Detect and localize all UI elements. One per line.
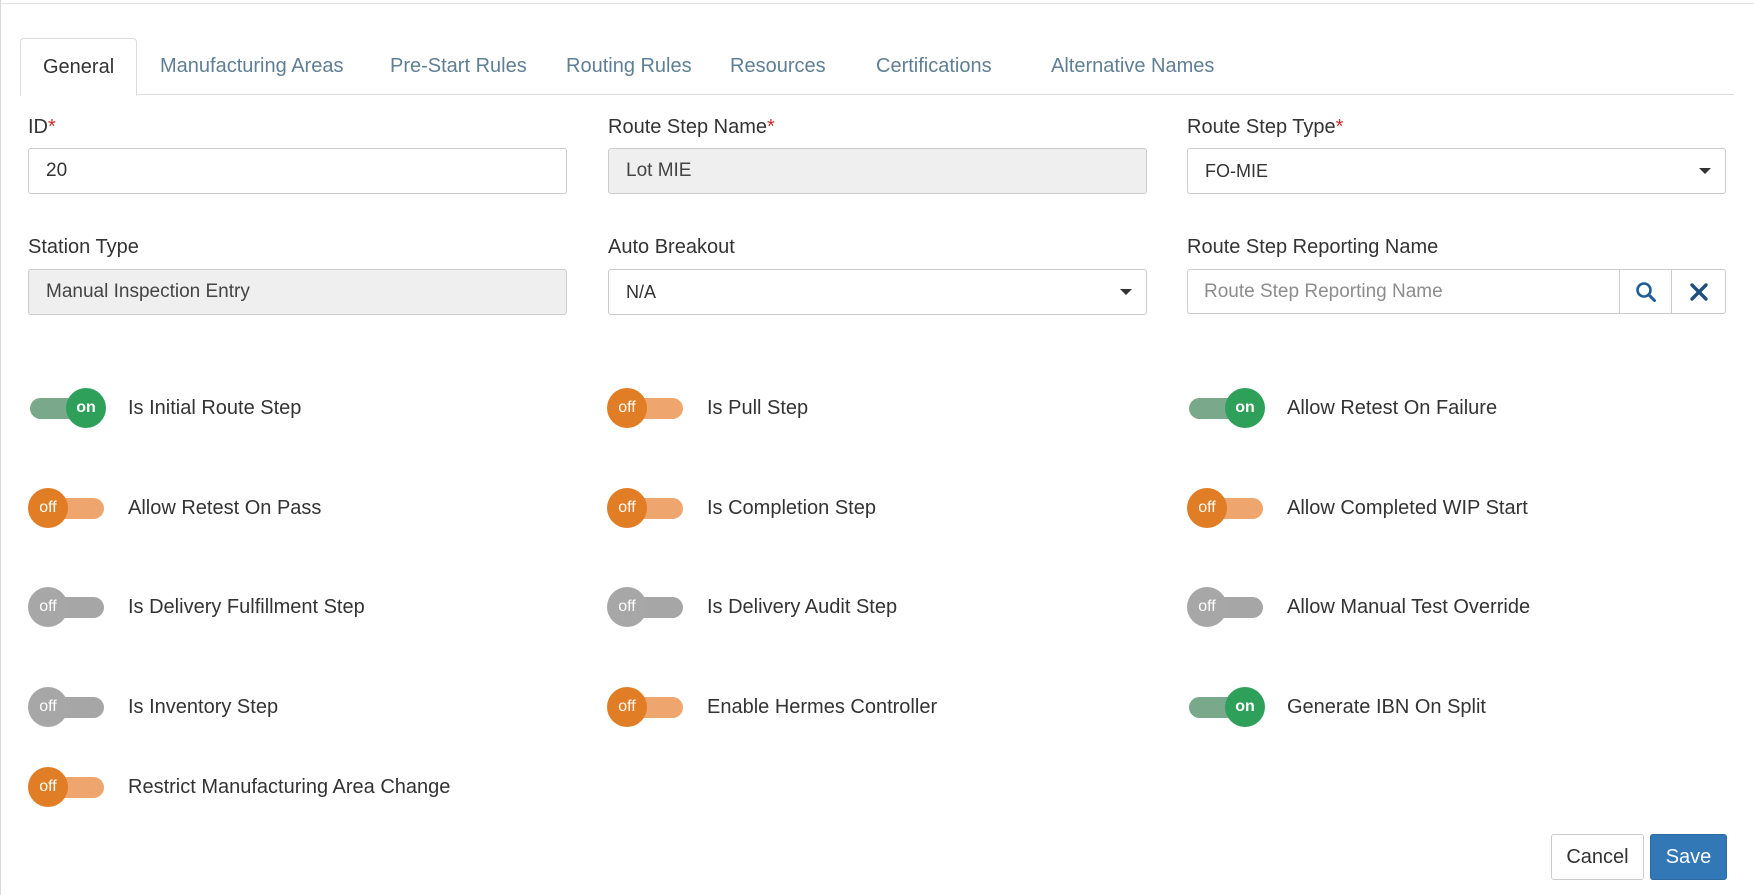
toggle-is-delivery-audit-step: off Is Delivery Audit Step	[607, 585, 897, 629]
toggle-restrict-manufacturing-area-change: off Restrict Manufacturing Area Change	[28, 765, 450, 809]
close-icon	[1689, 282, 1708, 301]
tab-resources[interactable]: Resources	[708, 38, 848, 95]
toggle-switch[interactable]: off	[607, 585, 685, 629]
top-border	[0, 0, 1754, 4]
toggle-knob: off	[28, 587, 68, 627]
toggle-enable-hermes-controller: off Enable Hermes Controller	[607, 685, 937, 729]
toggle-is-inventory-step: off Is Inventory Step	[28, 685, 278, 729]
search-icon	[1635, 281, 1656, 302]
toggle-knob: off	[607, 388, 647, 428]
toggle-allow-completed-wip-start: off Allow Completed WIP Start	[1187, 486, 1528, 530]
toggle-knob: on	[66, 388, 106, 428]
toggle-switch[interactable]: on	[28, 386, 106, 430]
toggle-switch[interactable]: off	[28, 486, 106, 530]
chevron-down-icon	[1699, 168, 1711, 174]
toggle-label: Is Completion Step	[707, 496, 876, 519]
route-step-type-label: Route Step Type*	[1187, 116, 1343, 139]
toggle-switch[interactable]: off	[607, 486, 685, 530]
clear-button[interactable]	[1671, 269, 1726, 314]
toggle-is-pull-step: off Is Pull Step	[607, 386, 808, 430]
toggle-knob: off	[607, 587, 647, 627]
toggle-knob: off	[28, 767, 68, 807]
auto-breakout-label: Auto Breakout	[608, 236, 735, 258]
toggle-label: Is Initial Route Step	[128, 396, 302, 419]
toggle-switch[interactable]: off	[1187, 486, 1265, 530]
toggle-knob: on	[1225, 687, 1265, 727]
toggle-label: Allow Retest On Failure	[1287, 396, 1498, 419]
required-mark: *	[1335, 116, 1344, 138]
toggle-switch[interactable]: off	[28, 685, 106, 729]
route-step-type-label-text: Route Step Type	[1187, 116, 1336, 138]
route-step-reporting-name-input[interactable]	[1187, 269, 1620, 314]
toggle-knob: off	[607, 488, 647, 528]
toggle-knob: off	[607, 687, 647, 727]
left-border	[0, 0, 1, 895]
toggle-is-initial-route-step: on Is Initial Route Step	[28, 386, 301, 430]
tab-pre-start-rules[interactable]: Pre-Start Rules	[368, 38, 549, 95]
toggle-label: Generate IBN On Split	[1287, 695, 1486, 718]
route-step-type-select[interactable]: FO-MIE	[1187, 148, 1726, 194]
chevron-down-icon	[1120, 289, 1132, 295]
toggle-label: Is Delivery Audit Step	[707, 595, 898, 618]
route-step-type-value: FO-MIE	[1205, 161, 1268, 181]
auto-breakout-select[interactable]: N/A	[608, 269, 1147, 315]
toggle-switch[interactable]: off	[1187, 585, 1265, 629]
id-label: ID*	[28, 116, 56, 139]
station-type-input[interactable]	[28, 269, 567, 315]
toggle-allow-retest-on-pass: off Allow Retest On Pass	[28, 486, 321, 530]
toggle-switch[interactable]: off	[607, 386, 685, 430]
toggle-switch[interactable]: on	[1187, 685, 1265, 729]
toggle-is-delivery-fulfillment-step: off Is Delivery Fulfillment Step	[28, 585, 365, 629]
toggle-knob: off	[1187, 488, 1227, 528]
toggle-allow-manual-test-override: off Allow Manual Test Override	[1187, 585, 1530, 629]
station-type-label: Station Type	[28, 236, 139, 258]
toggle-allow-retest-on-failure: on Allow Retest On Failure	[1187, 386, 1497, 430]
required-mark: *	[48, 116, 56, 138]
toggle-switch[interactable]: off	[28, 765, 106, 809]
toggle-knob: off	[28, 687, 68, 727]
toggle-generate-ibn-on-split: on Generate IBN On Split	[1187, 685, 1486, 729]
search-button[interactable]	[1619, 269, 1672, 314]
tab-certifications[interactable]: Certifications	[854, 38, 1014, 95]
required-mark: *	[766, 116, 775, 138]
toggle-label: Allow Manual Test Override	[1287, 595, 1531, 618]
toggle-switch[interactable]: off	[607, 685, 685, 729]
toggle-label: Allow Completed WIP Start	[1287, 496, 1528, 519]
id-input[interactable]	[28, 148, 567, 194]
route-step-name-label: Route Step Name*	[608, 116, 775, 139]
route-step-reporting-name-label: Route Step Reporting Name	[1187, 236, 1439, 258]
tab-routing-rules[interactable]: Routing Rules	[544, 38, 714, 95]
toggle-switch[interactable]: on	[1187, 386, 1265, 430]
save-button[interactable]: Save	[1650, 834, 1727, 880]
route-step-name-input[interactable]	[608, 148, 1147, 194]
cancel-button[interactable]: Cancel	[1551, 834, 1644, 880]
toggle-knob: off	[1187, 587, 1227, 627]
id-label-text: ID	[28, 116, 48, 138]
tab-general[interactable]: General	[20, 38, 138, 96]
tab-alternative-names[interactable]: Alternative Names	[1029, 38, 1236, 95]
toggle-knob: on	[1225, 388, 1265, 428]
toggle-label: Restrict Manufacturing Area Change	[128, 775, 451, 798]
auto-breakout-value: N/A	[626, 282, 657, 302]
toggle-label: Is Pull Step	[707, 396, 809, 419]
route-step-name-label-text: Route Step Name	[608, 116, 767, 138]
toggle-switch[interactable]: off	[28, 585, 106, 629]
toggle-label: Is Inventory Step	[128, 695, 279, 718]
tab-manufacturing-areas[interactable]: Manufacturing Areas	[138, 38, 365, 95]
toggle-label: Enable Hermes Controller	[707, 695, 938, 718]
tab-bar: General Manufacturing Areas Pre-Start Ru…	[20, 38, 1734, 96]
toggle-label: Is Delivery Fulfillment Step	[128, 595, 365, 618]
toggle-knob: off	[28, 488, 68, 528]
toggle-label: Allow Retest On Pass	[128, 496, 322, 519]
toggle-is-completion-step: off Is Completion Step	[607, 486, 876, 530]
